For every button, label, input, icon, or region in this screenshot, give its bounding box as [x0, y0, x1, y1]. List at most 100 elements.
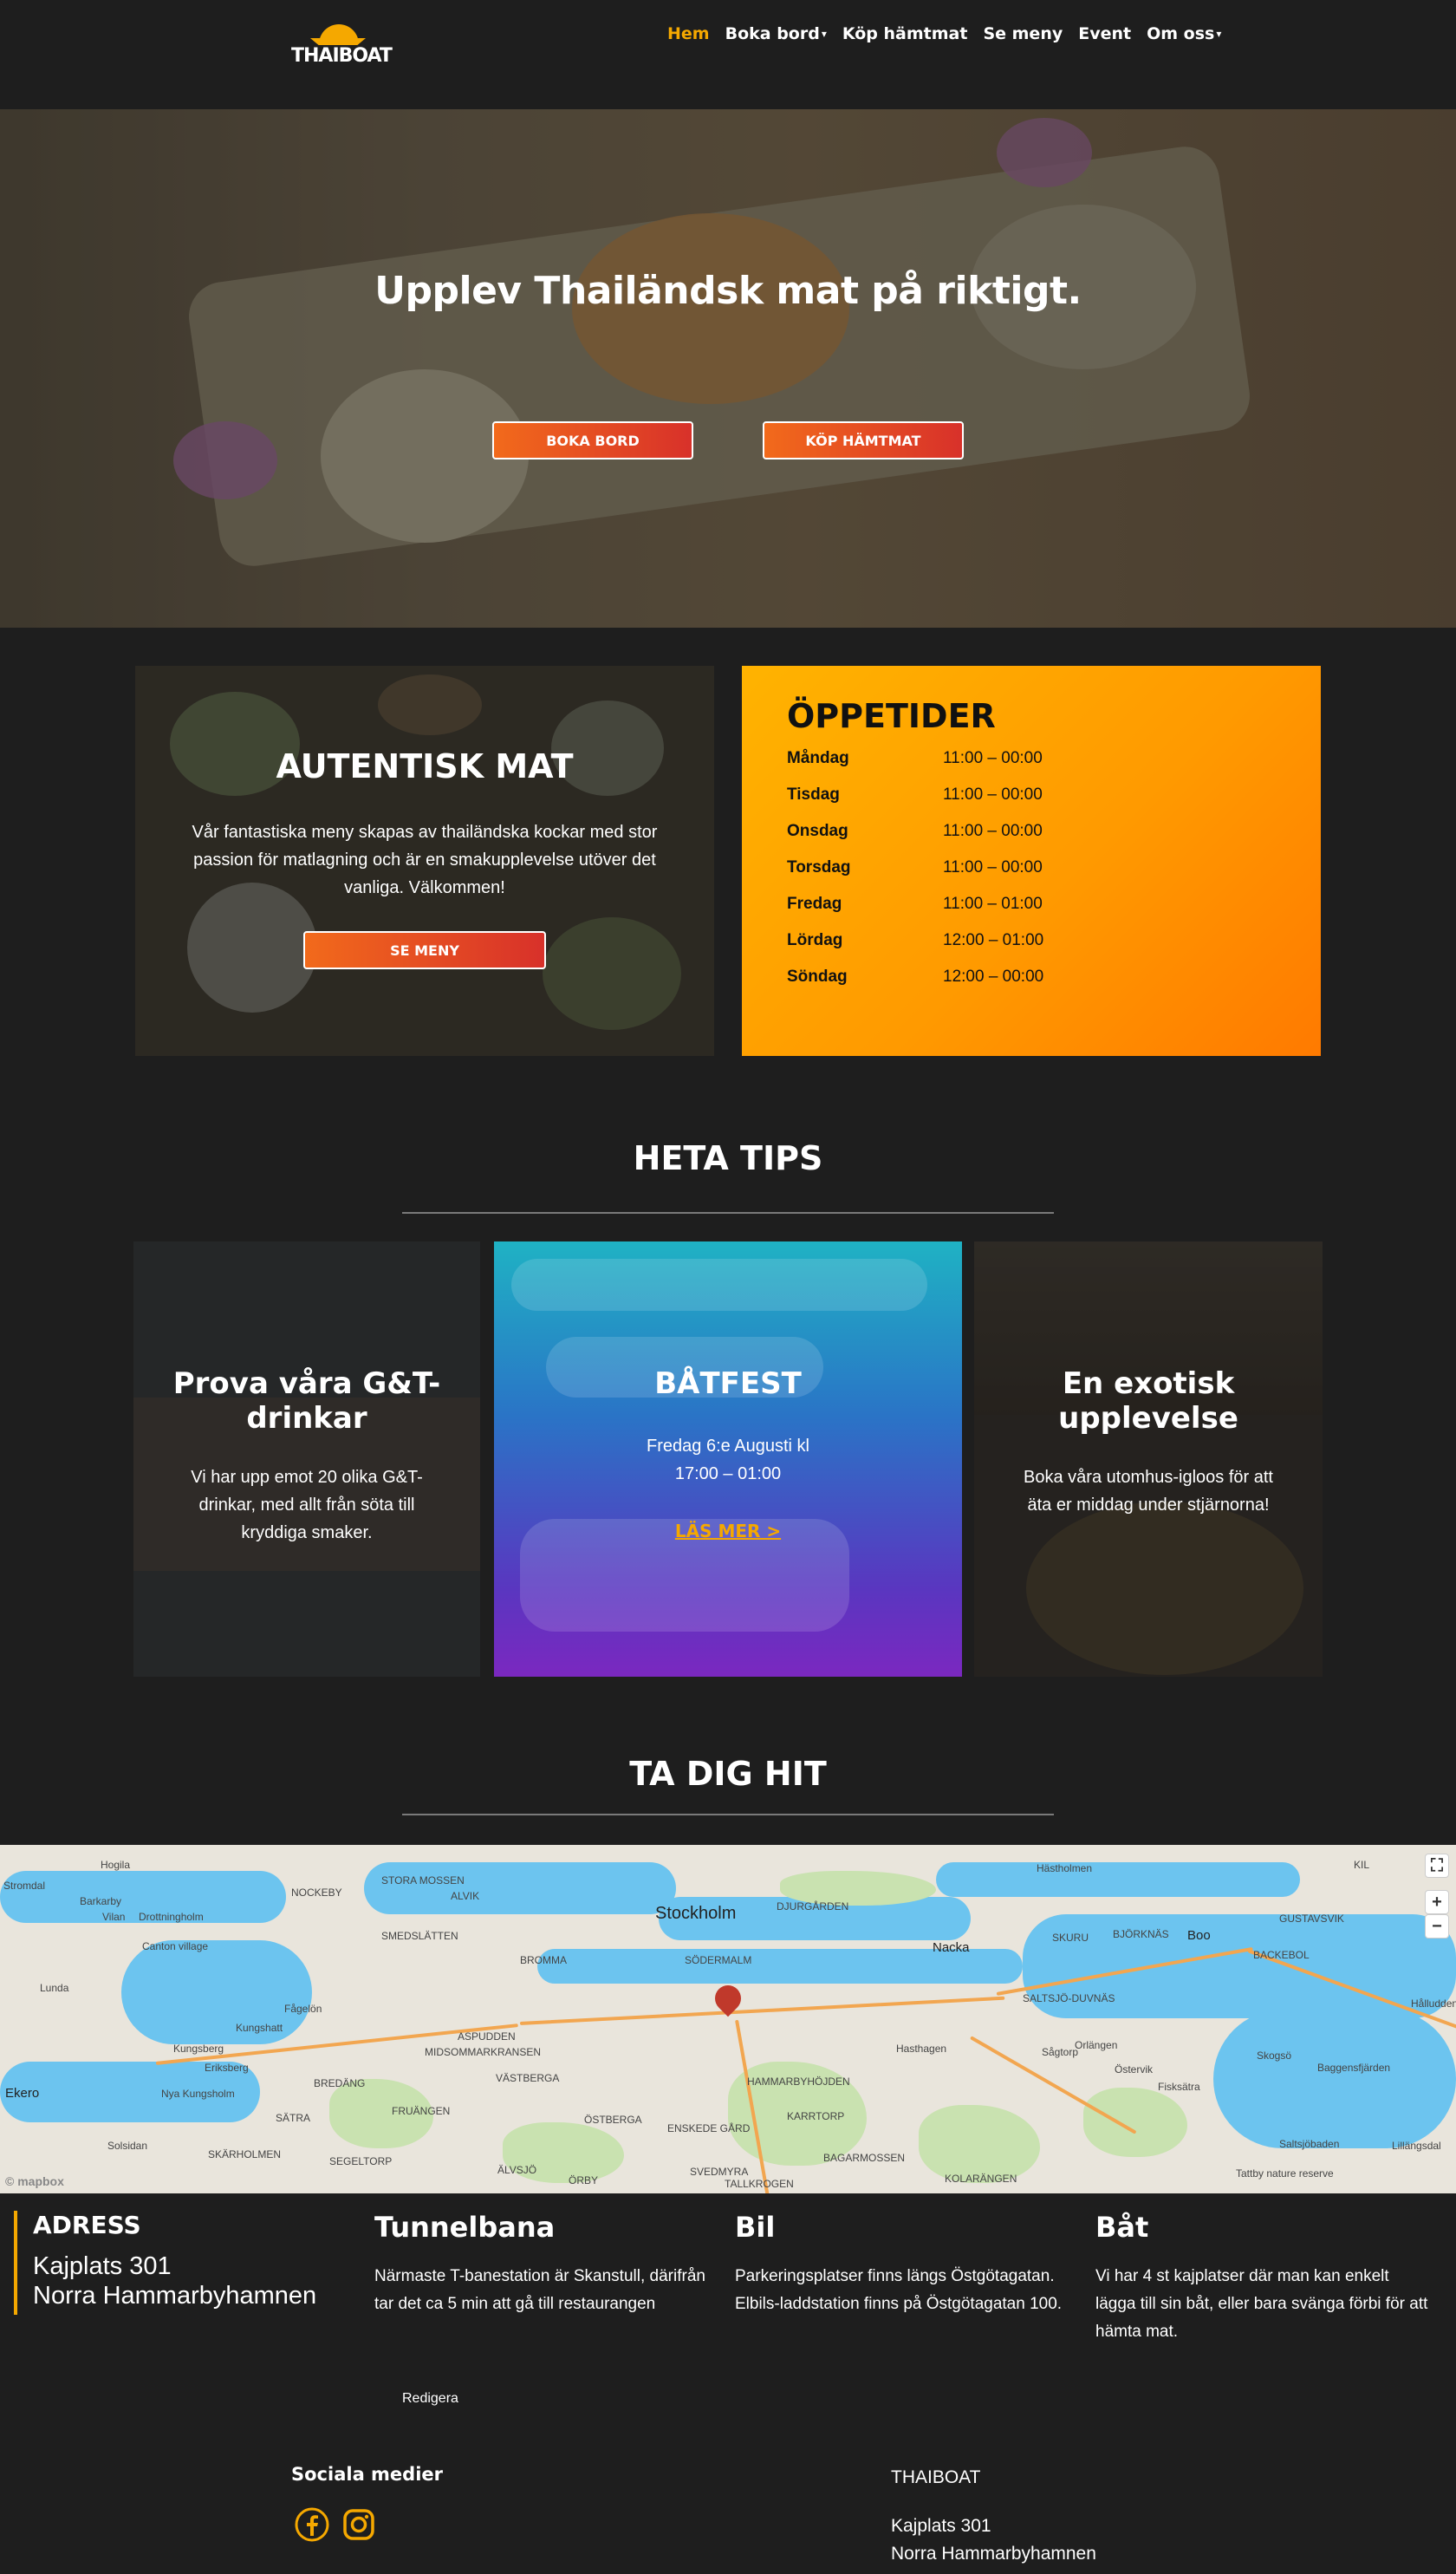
map-label: HAMMARBYHÖJDEN [747, 2075, 850, 2088]
hours-time: 12:00 – 00:00 [943, 968, 1044, 986]
map-label: Hålludden [1411, 1997, 1456, 2010]
nav-label: Boka bord [725, 24, 820, 43]
map-label: Nacka [933, 1940, 970, 1955]
map-label: SMEDSLÄTTEN [381, 1930, 458, 1942]
hours-time: 11:00 – 00:00 [943, 858, 1043, 876]
map-label: Kungshatt [236, 2022, 283, 2034]
nav-item-se-meny[interactable]: Se meny [983, 24, 1063, 43]
hours-day: Tisdag [787, 785, 840, 804]
nav-item-kop-hamtmat[interactable]: Köp hämtmat [842, 24, 968, 43]
hero-title: Upplev Thailändsk mat på riktigt. [374, 269, 1082, 313]
read-more-link[interactable]: LÄS MER > [494, 1521, 962, 1541]
map-label: Vilan [102, 1911, 126, 1923]
social-media-title: Sociala medier [291, 2464, 444, 2485]
tip-card-gt-drinks[interactable]: Prova våra G&T-drinkar Vi har upp emot 2… [133, 1241, 480, 1677]
nav-label: Om oss [1147, 24, 1215, 43]
map-park [1083, 2088, 1187, 2157]
tip-text: Vi har upp emot 20 olika G&T-drinkar, me… [191, 1468, 423, 1542]
map-label: FRUÄNGEN [392, 2105, 451, 2117]
location-map[interactable]: Stockholm Hogila Stromdal Barkarby Vilan… [0, 1845, 1456, 2193]
map-label: BJÖRKNÄS [1113, 1928, 1169, 1940]
facebook-icon[interactable] [295, 2507, 329, 2542]
hours-time: 12:00 – 01:00 [943, 931, 1044, 949]
map-label: Östervik [1115, 2063, 1154, 2075]
map-label: ENSKEDE GÅRD [667, 2122, 751, 2134]
map-label: Eriksberg [205, 2062, 249, 2074]
hours-title: ÖPPETIDER [787, 697, 996, 735]
thaiboat-logo[interactable]: THAIBOAT [291, 23, 393, 68]
map-label: DJURGÅRDEN [777, 1900, 849, 1913]
hours-day: Torsdag [787, 858, 851, 876]
hours-day: Måndag [787, 749, 849, 767]
map-label: MIDSOMMARKRANSEN [425, 2046, 542, 2058]
nav-item-event[interactable]: Event [1078, 24, 1131, 43]
map-label: Boo [1187, 1928, 1211, 1943]
map-label: Orlängen [1075, 2039, 1118, 2051]
address-line: Norra Hammarbyhamnen [33, 2282, 317, 2310]
map-label: Tattby nature reserve [1236, 2167, 1334, 2180]
hours-day: Lördag [787, 931, 843, 949]
map-label: Sågtorp [1042, 2046, 1079, 2058]
social-icons [295, 2507, 376, 2542]
logo-text: THAIBOAT [291, 45, 393, 67]
map-label: Drottningholm [139, 1911, 204, 1923]
authentic-text: Vår fantastiska meny skapas av thailänds… [192, 823, 658, 897]
edit-link[interactable]: Redigera [402, 2391, 458, 2407]
chevron-down-icon: ▾ [821, 28, 827, 40]
tip-card-exotic[interactable]: En exotisk upplevelse Boka våra utomhus-… [974, 1241, 1323, 1677]
hero-overlay [0, 109, 1456, 628]
nav-item-om-oss[interactable]: Om oss ▾ [1147, 24, 1221, 43]
tip-card-boat-party[interactable]: BÅTFEST Fredag 6:e Augusti kl 17:00 – 01… [494, 1241, 962, 1677]
hours-time: 11:00 – 00:00 [943, 822, 1043, 840]
map-water [121, 1940, 312, 2044]
map-label: KOLARÄNGEN [945, 2173, 1017, 2185]
hours-day: Söndag [787, 968, 848, 986]
zoom-out-button[interactable]: − [1425, 1914, 1449, 1939]
address-title: ADRESS [33, 2211, 141, 2239]
info-text: Närmaste T-banestation är Skanstull, där… [374, 2267, 705, 2313]
map-label: SÖDERMALM [685, 1954, 752, 1966]
map-water [936, 1862, 1300, 1897]
hours-day: Onsdag [787, 822, 848, 840]
info-column-boat: Båt Vi har 4 st kajplatser där man kan e… [1095, 2211, 1433, 2346]
tips-title: HETA TIPS [633, 1139, 823, 1177]
map-label: Baggensfjärden [1317, 2062, 1391, 2074]
tip-title: Prova våra G&T-drinkar [172, 1366, 441, 1436]
info-title: Bil [735, 2211, 776, 2244]
authentic-title: AUTENTISK MAT [276, 747, 574, 785]
map-label: NOCKEBY [291, 1887, 342, 1899]
map-water [1213, 2010, 1456, 2148]
tip-text: Boka våra utomhus-igloos för att äta er … [1024, 1468, 1273, 1515]
map-label: SALTSJÖ-DUVNÄS [1023, 1992, 1115, 2004]
instagram-icon[interactable] [341, 2507, 376, 2542]
chevron-down-icon: ▾ [1216, 28, 1222, 40]
nav-label: Event [1078, 24, 1132, 43]
buy-takeaway-button[interactable]: KÖP HÄMTMAT [763, 421, 964, 459]
map-label: ASPUDDEN [458, 2030, 516, 2043]
book-table-button[interactable]: BOKA BORD [492, 421, 693, 459]
info-title: Båt [1095, 2211, 1149, 2244]
map-water [364, 1862, 676, 1914]
nav-item-hem[interactable]: Hem [667, 24, 710, 43]
fullscreen-button[interactable]: ⛶ [1425, 1854, 1449, 1878]
zoom-in-button[interactable]: + [1425, 1890, 1449, 1914]
info-title: Tunnelbana [374, 2211, 556, 2244]
info-text: Parkeringsplatser finns längs Östgötagat… [735, 2267, 1063, 2313]
map-label: Saltsjöbaden [1279, 2138, 1340, 2150]
nav-item-boka-bord[interactable]: Boka bord ▾ [725, 24, 827, 43]
footer-brand: THAIBOAT [891, 2467, 981, 2487]
tip-title: BÅTFEST [654, 1366, 802, 1401]
map-label: Hästholmen [1037, 1862, 1093, 1874]
map-label: ÖRBY [569, 2174, 599, 2186]
mapbox-attribution[interactable]: © mapbox [5, 2174, 64, 2188]
map-label-city: Stockholm [655, 1904, 737, 1923]
see-menu-button[interactable]: SE MENY [303, 931, 546, 969]
map-label: BROMMA [520, 1954, 567, 1966]
nav-label: Köp hämtmat [842, 24, 968, 43]
info-column-subway: Tunnelbana Närmaste T-banestation är Ska… [374, 2211, 712, 2318]
map-label: Lillängsdal [1392, 2140, 1441, 2152]
map-label: Stromdal [3, 1880, 46, 1892]
map-label: Canton village [142, 1940, 209, 1952]
card-overlay [974, 1241, 1323, 1677]
map-label: Fisksätra [1158, 2081, 1200, 2093]
